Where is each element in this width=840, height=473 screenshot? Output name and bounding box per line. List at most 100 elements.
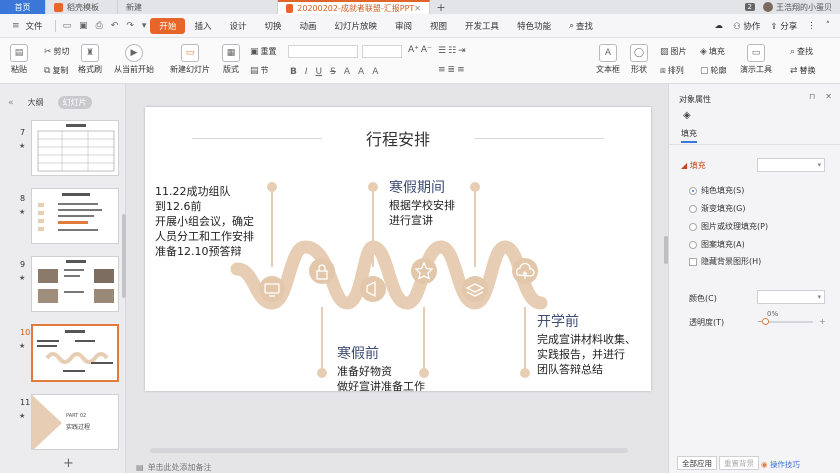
slide-thumbnail-7[interactable] xyxy=(31,120,119,176)
slide-thumbnail-11[interactable]: PART 02 实践过程 xyxy=(31,394,119,450)
color-picker[interactable]: ▾ xyxy=(757,290,825,304)
canvas-horizontal-scrollbar[interactable] xyxy=(150,448,628,453)
menu-developer[interactable]: 开发工具 xyxy=(456,18,508,34)
slider-increase[interactable]: + xyxy=(819,317,826,326)
slide-thumbnail-9[interactable] xyxy=(31,256,119,312)
bold-button[interactable]: B xyxy=(290,67,297,77)
tab-slides[interactable]: 幻灯片 xyxy=(57,96,92,109)
menu-features[interactable]: 特色功能 xyxy=(508,18,560,34)
menu-slideshow[interactable]: 幻灯片放映 xyxy=(326,18,387,34)
italic-button[interactable]: I xyxy=(305,67,308,77)
transparency-slider[interactable] xyxy=(762,318,813,325)
textbox-button[interactable]: A 文本框 xyxy=(596,44,620,75)
close-tab-icon[interactable]: ✕ xyxy=(414,4,421,13)
text-before-winter[interactable]: 准备好物资 做好宣讲准备工作 xyxy=(337,364,425,391)
new-tab-button[interactable]: + xyxy=(430,0,452,14)
coop-button[interactable]: ⚇ 协作 xyxy=(733,20,760,32)
new-slide-button[interactable]: ▭ 新建幻灯片 xyxy=(170,44,210,75)
tab-document[interactable]: 20200202-成就者联盟-汇报PPT ✕ xyxy=(278,0,430,14)
undo-icon[interactable]: ↶ xyxy=(107,21,123,31)
underline-button[interactable]: U xyxy=(316,67,323,77)
lock-icon[interactable]: ⊓ xyxy=(809,92,815,101)
subscript-button[interactable]: A xyxy=(372,67,378,77)
redo-icon[interactable]: ↷ xyxy=(122,21,138,31)
from-current-button[interactable]: ▶ 从当前开始 xyxy=(114,44,154,75)
superscript-button[interactable]: A xyxy=(358,67,364,77)
cloud-icon[interactable]: ☁ xyxy=(715,21,724,31)
hide-background-checkbox[interactable]: 隐藏背景图形(H) xyxy=(689,256,761,267)
heading-before-winter[interactable]: 寒假前 xyxy=(337,343,379,363)
heading-winter-period[interactable]: 寒假期间 xyxy=(389,177,445,197)
fill-bucket-icon[interactable]: ◈ xyxy=(683,110,691,121)
presenter-tools-button[interactable]: ▭ 演示工具 xyxy=(740,44,772,75)
tab-outline[interactable]: 大纲 xyxy=(28,97,44,108)
menu-insert[interactable]: 插入 xyxy=(185,18,220,34)
tab-home[interactable]: 首页 xyxy=(0,0,46,14)
paste-button[interactable]: ▤ 粘贴 xyxy=(10,44,28,75)
collapse-icon[interactable]: « xyxy=(8,98,14,108)
fill-type-select[interactable]: ▾ xyxy=(757,158,825,172)
chevron-down-icon[interactable]: ▾ xyxy=(138,21,151,31)
radio-pattern-fill[interactable]: 图案填充(A) xyxy=(689,239,745,250)
tab-new[interactable]: 新建 xyxy=(118,0,278,14)
close-icon[interactable]: ✕ xyxy=(825,92,832,101)
tips-link[interactable]: ◉ 操作技巧 xyxy=(761,459,800,470)
cut-button[interactable]: ✂ 剪切 xyxy=(44,46,70,57)
menu-home[interactable]: 开始 xyxy=(150,17,186,34)
menu-search[interactable]: ⌕ 查找 xyxy=(560,18,602,34)
radio-picture-fill[interactable]: 图片或纹理填充(P) xyxy=(689,221,768,232)
menu-file[interactable]: 文件 xyxy=(24,18,52,34)
radio-solid-fill[interactable]: 纯色填充(S) xyxy=(689,185,744,196)
font-color-button[interactable]: A xyxy=(344,67,350,77)
menu-view[interactable]: 视图 xyxy=(421,18,456,34)
radio-gradient-fill[interactable]: 渐变填充(G) xyxy=(689,203,745,214)
text-winter-period[interactable]: 根据学校安排 进行宣讲 xyxy=(389,198,455,228)
copy-button[interactable]: ⧉ 复制 xyxy=(44,65,68,76)
menu-design[interactable]: 设计 xyxy=(220,18,255,34)
notes-area[interactable]: ▤ 单击此处添加备注 xyxy=(136,462,212,473)
slide-thumbnail-8[interactable] xyxy=(31,188,119,244)
format-painter-button[interactable]: ♜ 格式刷 xyxy=(78,44,102,75)
outline-button[interactable]: ▢ 轮廓 xyxy=(700,65,727,76)
bullets-toolbar[interactable]: ☰ ☷ ⇥ xyxy=(438,46,466,56)
section-button[interactable]: ▤ 节 xyxy=(250,65,269,76)
save-icon[interactable]: ▣ xyxy=(75,21,92,31)
print-icon[interactable]: ⎙ xyxy=(92,21,107,31)
strike-button[interactable]: S xyxy=(330,67,336,77)
font-name-select[interactable] xyxy=(288,45,358,58)
arrange-button[interactable]: ⧈ 排列 xyxy=(660,65,684,76)
slider-knob[interactable] xyxy=(762,318,769,325)
reset-background-button[interactable]: 重置背景 xyxy=(719,456,759,470)
reset-button[interactable]: ▣ 重置 xyxy=(250,46,277,57)
slide-thumbnail-10[interactable] xyxy=(31,324,119,382)
share-button[interactable]: ⇪ 分享 xyxy=(770,20,797,32)
chevron-up-icon[interactable]: ˄ xyxy=(826,21,830,31)
text-block-autumn[interactable]: 11.22成功组队 到12.6前 开展小组会议，确定 人员分工和工作安排 准备1… xyxy=(155,184,254,259)
fill-button[interactable]: ◈ 填充 xyxy=(700,46,725,57)
hamburger-icon[interactable]: ≡ xyxy=(8,21,24,31)
window-count-badge[interactable]: 2 xyxy=(744,3,755,11)
menu-review[interactable]: 审阅 xyxy=(386,18,421,34)
font-size-adjust[interactable]: A⁺ A⁻ xyxy=(408,45,432,55)
menu-transition[interactable]: 切换 xyxy=(255,18,290,34)
apply-all-button[interactable]: 全部应用 xyxy=(677,456,717,470)
user-account[interactable]: 王浩翔的小蛋贝 xyxy=(763,2,832,13)
layout-button[interactable]: ▦ 版式 xyxy=(222,44,240,75)
menu-animation[interactable]: 动画 xyxy=(290,18,325,34)
text-before-term[interactable]: 完成宣讲材料收集、 实践报告，并进行 团队答辩总结 xyxy=(537,332,636,377)
more-icon[interactable]: ⋮ xyxy=(807,21,816,31)
find-button[interactable]: ⌕ 查找 xyxy=(790,46,813,57)
replace-button[interactable]: ⇄ 替换 xyxy=(790,65,816,76)
folder-icon[interactable]: ▭ xyxy=(59,21,76,31)
image-button[interactable]: ▨ 图片 xyxy=(660,46,687,57)
align-toolbar[interactable]: ≡ ≣ ≡ xyxy=(438,65,465,75)
tab-fill[interactable]: 填充 xyxy=(681,128,697,143)
font-size-select[interactable] xyxy=(362,45,402,58)
shape-button[interactable]: ◯ 形状 xyxy=(630,44,648,75)
add-slide-button[interactable]: + xyxy=(63,456,74,471)
slide[interactable]: 行程安排 11.22成功组队 到12.6前 开展小组会议，确定 人员分工和工作安… xyxy=(145,107,651,391)
heading-before-term[interactable]: 开学前 xyxy=(537,311,579,331)
tab-template[interactable]: 稻壳模板 xyxy=(46,0,118,14)
text-line: 人员分工和工作安排 xyxy=(155,230,254,243)
fill-section-header[interactable]: ◢ 填充 xyxy=(681,160,706,171)
